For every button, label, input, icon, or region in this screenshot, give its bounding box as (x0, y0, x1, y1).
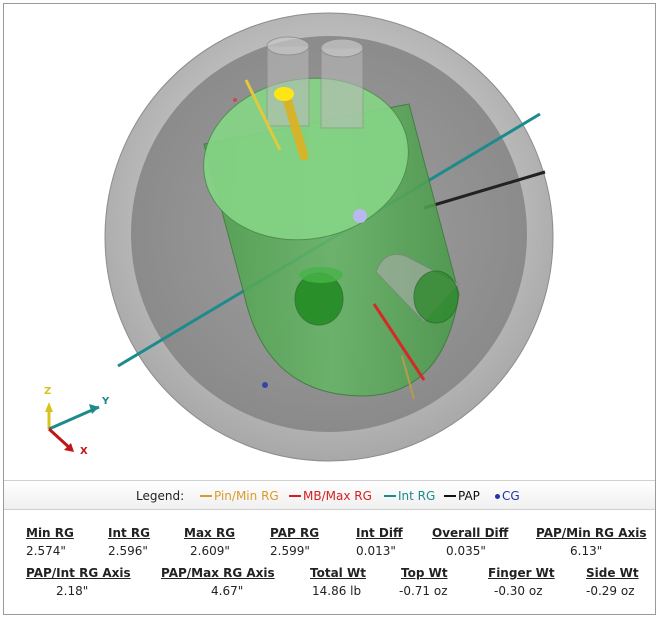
stat-int-diff: Int Diff 0.013" (356, 526, 403, 558)
stat-pap-int-rg-axis: PAP/Int RG Axis 2.18" (26, 566, 131, 598)
pin-top (274, 87, 294, 101)
stat-min-rg: Min RG 2.574" (26, 526, 74, 558)
stat-int-rg: Int RG 2.596" (108, 526, 151, 558)
cg-point (353, 209, 367, 223)
legend-item-mb-max-rg: MB/Max RG (289, 489, 372, 503)
axis-triad (45, 402, 100, 452)
stat-pap-min-rg-axis: PAP/Min RG Axis 6.13" (536, 526, 647, 558)
stat-finger-wt: Finger Wt -0.30 oz (488, 566, 555, 598)
axis-label-x: X (80, 446, 88, 457)
axis-label-y: Y (102, 396, 110, 407)
stat-total-wt: Total Wt 14.86 lb (310, 566, 366, 598)
legend-item-pin-min-rg: Pin/Min RG (200, 489, 279, 503)
axis-label-z: Z (44, 386, 52, 397)
stat-overall-diff: Overall Diff 0.035" (432, 526, 509, 558)
stat-side-wt: Side Wt -0.29 oz (586, 566, 639, 598)
stat-pap-max-rg-axis: PAP/Max RG Axis 4.67" (161, 566, 275, 598)
legend-item-int-rg: Int RG (384, 489, 435, 503)
stats-panel: Min RG 2.574" Int RG 2.596" Max RG 2.609… (4, 514, 655, 614)
legend-bar: Legend: Pin/Min RG MB/Max RG Int RG PAP … (4, 480, 655, 510)
stat-pap-rg: PAP RG 2.599" (270, 526, 320, 558)
finger-hole-2 (320, 47, 364, 129)
legend-item-cg: CG (495, 489, 520, 503)
legend-item-pap: PAP (444, 489, 480, 503)
stat-max-rg: Max RG 2.609" (184, 526, 236, 558)
legend-title: Legend: (136, 489, 185, 503)
3d-viewport[interactable]: Z Y X (4, 4, 655, 476)
stat-top-wt: Top Wt -0.71 oz (399, 566, 448, 598)
